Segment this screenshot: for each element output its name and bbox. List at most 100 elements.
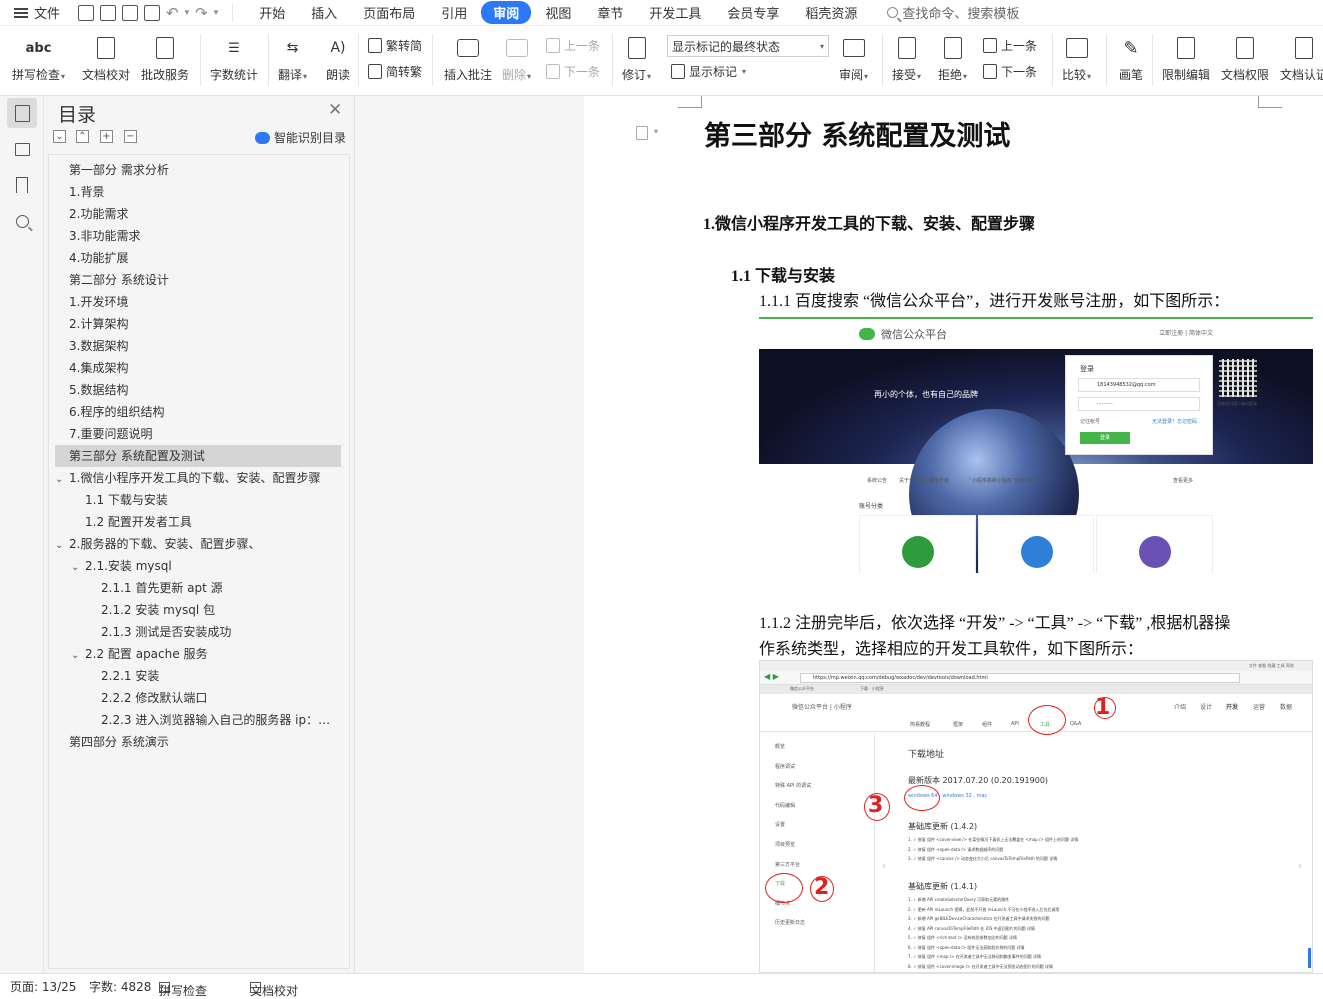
toc-item[interactable]: 2.1.2 安装 mysql 包 <box>55 599 341 621</box>
toc-item[interactable]: 7.重要问题说明 <box>55 423 341 445</box>
translate-button[interactable]: ⇆ 翻译▾ <box>278 26 307 83</box>
toc-pane-button[interactable] <box>7 98 37 128</box>
annotation-service-button[interactable]: 批改服务 <box>141 26 189 83</box>
tab-7[interactable]: 开发工具 <box>637 1 713 24</box>
prev-comment-button[interactable]: 上一条 <box>546 37 600 54</box>
word-count-button[interactable]: ☰ 字数统计 <box>210 26 258 83</box>
customize-toolbar-icon[interactable]: ▾ <box>214 8 219 18</box>
doc-check-button[interactable]: 文档校对 <box>82 26 130 83</box>
toc-item[interactable]: 第二部分 系统设计 <box>55 269 341 291</box>
redo-icon[interactable]: ↷ <box>195 5 208 21</box>
toc-item-label: 2.2.3 进入浏览器输入自己的服务器 ip：端口号 <box>101 713 341 727</box>
chevron-down-icon[interactable]: ⌄ <box>71 645 85 665</box>
toc-item[interactable]: 1.1 下载与安装 <box>55 489 341 511</box>
tab-6[interactable]: 章节 <box>585 1 635 24</box>
chevron-down-icon[interactable]: ⌄ <box>71 557 85 577</box>
toc-item[interactable]: 4.功能扩展 <box>55 247 341 269</box>
simp-to-trad-button[interactable]: 简转繁 <box>368 63 422 80</box>
toc-item[interactable]: 第一部分 需求分析 <box>55 159 341 181</box>
show-markup-button[interactable]: 显示标记 ▾ <box>671 63 746 80</box>
undo-dropdown-icon[interactable]: ▾ <box>185 8 190 18</box>
word-count-indicator[interactable]: 字数: 4828 <box>89 978 151 995</box>
toc-item[interactable]: 2.1.1 首先更新 apt 源 <box>55 577 341 599</box>
doc-auth-button[interactable]: 文档认证 <box>1280 26 1323 83</box>
read-aloud-button[interactable]: A) 朗读 <box>324 26 352 83</box>
chapter-pane-button[interactable] <box>7 134 37 164</box>
undo-icon[interactable]: ↶ <box>166 5 179 21</box>
compare-button[interactable]: 比较▾ <box>1062 26 1091 83</box>
paragraph-tools-icon[interactable] <box>636 126 648 140</box>
collapse-all-icon[interactable]: ⌄ <box>53 130 66 143</box>
prev-change-button[interactable]: 上一条 <box>983 37 1037 54</box>
insert-comment-button[interactable]: 插入批注 <box>444 26 492 83</box>
toc-item[interactable]: 2.1.3 测试是否安装成功 <box>55 621 341 643</box>
add-heading-icon[interactable]: + <box>100 130 113 143</box>
close-icon[interactable]: ✕ <box>328 100 342 120</box>
track-changes-button[interactable]: 修订▾ <box>622 26 651 83</box>
next-change-button[interactable]: 下一条 <box>983 63 1037 80</box>
markup-state-select[interactable]: 显示标记的最终状态 ▾ <box>667 35 829 57</box>
tab-5[interactable]: 视图 <box>533 1 583 24</box>
trad-to-simp-button[interactable]: 繁转简 <box>368 37 422 54</box>
document-page[interactable]: ▾ 第三部分 系统配置及测试 1.微信小程序开发工具的下载、安装、配置步骤 1.… <box>584 96 1323 973</box>
tab-2[interactable]: 页面布局 <box>351 1 427 24</box>
page-indicator[interactable]: 页面: 13/25 <box>10 978 76 995</box>
tab-8[interactable]: 会员专享 <box>715 1 791 24</box>
next-comment-button[interactable]: 下一条 <box>546 63 600 80</box>
toc-item[interactable]: ⌄ 1.微信小程序开发工具的下载、安装、配置步骤 <box>55 467 341 489</box>
toc-item[interactable]: 1.背景 <box>55 181 341 203</box>
toc-item[interactable]: 5.数据结构 <box>55 379 341 401</box>
toc-item[interactable]: 4.集成架构 <box>55 357 341 379</box>
toc-item[interactable]: 3.数据架构 <box>55 335 341 357</box>
toc-item[interactable]: 6.程序的组织结构 <box>55 401 341 423</box>
toc-item-label: 1.微信小程序开发工具的下载、安装、配置步骤 <box>69 471 321 485</box>
ribbon-divider <box>1106 34 1107 86</box>
print-preview-icon[interactable] <box>144 4 161 21</box>
spell-check-status-label: 拼写检查 <box>159 984 208 998</box>
login-forgot: 无法登录？忘记密码 <box>1152 419 1198 425</box>
toc-item[interactable]: 第三部分 系统配置及测试 <box>55 445 341 467</box>
toc-item[interactable]: 第四部分 系统演示 <box>55 731 341 753</box>
export-pdf-icon[interactable] <box>100 4 117 21</box>
doc-rights-button[interactable]: 文档权限 <box>1221 26 1269 83</box>
tab-9[interactable]: 稻壳资源 <box>793 1 869 24</box>
delete-comment-button[interactable]: 删除▾ <box>502 26 531 83</box>
review-pane-button[interactable]: 审阅▾ <box>839 26 868 83</box>
toc-item[interactable]: 2.计算架构 <box>55 313 341 335</box>
tab-3[interactable]: 引用 <box>429 1 479 24</box>
remove-heading-icon[interactable]: − <box>124 130 137 143</box>
print-icon[interactable] <box>122 4 139 21</box>
save-icon[interactable] <box>78 4 95 21</box>
tab-0[interactable]: 开始 <box>247 1 297 24</box>
toc-item[interactable]: 2.2.1 安装 <box>55 665 341 687</box>
chevron-down-icon[interactable]: ⌄ <box>55 469 69 489</box>
chevron-down-icon[interactable]: ⌄ <box>55 535 69 555</box>
toc-item-label: 5.数据结构 <box>69 383 129 397</box>
toc-item[interactable]: ⌄ 2.服务器的下载、安装、配置步骤、 <box>55 533 341 555</box>
reject-button[interactable]: 拒绝▾ <box>938 26 967 83</box>
restrict-editing-button[interactable]: 限制编辑 <box>1162 26 1210 83</box>
toc-item[interactable]: 2.功能需求 <box>55 203 341 225</box>
find-pane-button[interactable] <box>7 206 37 236</box>
toc-item[interactable]: ⌄ 2.2 配置 apache 服务 <box>55 643 341 665</box>
toc-item[interactable]: 2.2.2 修改默认端口 <box>55 687 341 709</box>
bookmark-pane-button[interactable] <box>7 170 37 200</box>
tab-1[interactable]: 插入 <box>299 1 349 24</box>
scroll-indicator[interactable] <box>1308 948 1311 968</box>
wechat-logo-icon <box>859 328 875 340</box>
accept-button[interactable]: 接受▾ <box>892 26 921 83</box>
tab-4[interactable]: 审阅 <box>481 1 532 24</box>
screenshot-brand: 微信公众平台 <box>881 328 947 341</box>
command-search[interactable]: 查找命令、搜索模板 <box>869 3 1019 22</box>
toc-item[interactable]: 2.2.3 进入浏览器输入自己的服务器 ip：端口号 <box>55 709 341 731</box>
toc-item[interactable]: 3.非功能需求 <box>55 225 341 247</box>
toc-item[interactable]: 1.2 配置开发者工具 <box>55 511 341 533</box>
file-menu[interactable]: 文件 <box>0 0 70 26</box>
toc-item[interactable]: ⌄ 2.1.安装 mysql <box>55 555 341 577</box>
ink-button[interactable]: ✎ 画笔 <box>1117 26 1145 83</box>
toc-item[interactable]: 1.开发环境 <box>55 291 341 313</box>
spell-check-button[interactable]: abc 拼写检查▾ <box>12 26 65 83</box>
chevron-down-icon[interactable]: ▾ <box>654 127 658 136</box>
smart-toc-button[interactable]: 智能识别目录 <box>255 129 346 146</box>
expand-up-icon[interactable]: ⌃ <box>76 130 89 143</box>
